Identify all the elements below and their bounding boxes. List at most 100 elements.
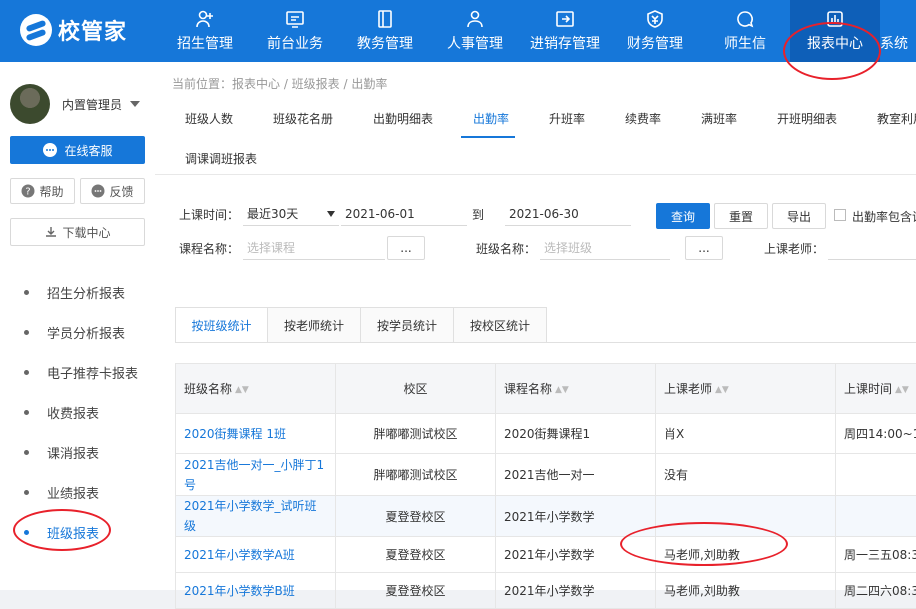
- teacher-cell: 没有: [656, 454, 836, 496]
- class-link[interactable]: 2021吉他一对一_小胖丁1号: [176, 454, 336, 496]
- teacher-cell: 马老师,刘助教: [656, 537, 836, 573]
- tab-by-campus[interactable]: 按校区统计: [454, 307, 547, 343]
- feedback-icon: [91, 184, 105, 198]
- user-add-icon: [195, 9, 215, 29]
- nav-item-hr[interactable]: 人事管理: [430, 0, 520, 62]
- tabs-divider: [175, 342, 916, 343]
- include-trial-checkbox[interactable]: [834, 209, 846, 221]
- user-menu[interactable]: 内置管理员: [10, 84, 140, 124]
- sort-icon: ▲▼: [235, 385, 249, 395]
- table-row: 2021年小学数学_试听班级 夏登登校区 2021年小学数学: [176, 496, 916, 537]
- chevron-down-icon: [130, 101, 140, 107]
- class-link[interactable]: 2021年小学数学_试听班级: [176, 496, 336, 537]
- nav-item-academic[interactable]: 教务管理: [340, 0, 430, 62]
- include-trial-label: 出勤率包含试: [852, 208, 916, 225]
- subtab-full-class-rate[interactable]: 满班率: [701, 110, 737, 127]
- query-button[interactable]: 查询: [656, 203, 710, 229]
- class-link[interactable]: 2020街舞课程 1班: [176, 414, 336, 454]
- subtab-promotion-rate[interactable]: 升班率: [549, 110, 585, 127]
- nav-item-messages[interactable]: 师生信: [700, 0, 790, 62]
- table-row: 2021年小学数学A班 夏登登校区 2021年小学数学 马老师,刘助教 周一三五…: [176, 537, 916, 573]
- teacher-input[interactable]: [828, 236, 916, 260]
- subtab-attendance-rate[interactable]: 出勤率: [473, 110, 509, 127]
- sidebar-item-referral-report[interactable]: 电子推荐卡报表: [0, 352, 155, 392]
- sidebar-menu: 招生分析报表 学员分析报表 电子推荐卡报表 收费报表 课消报表 业绩报表 班级报…: [0, 272, 155, 552]
- class-input[interactable]: 选择班级: [540, 236, 670, 260]
- column-header-time[interactable]: 上课时间▲▼: [836, 364, 916, 414]
- course-cell: 2021吉他一对一: [496, 454, 656, 496]
- avatar: [10, 84, 50, 124]
- nav-item-inventory[interactable]: 进销存管理: [520, 0, 610, 62]
- help-label: 帮助: [39, 183, 63, 200]
- nav-item-front-desk[interactable]: 前台业务: [250, 0, 340, 62]
- logo-icon: [20, 14, 52, 46]
- class-link[interactable]: 2021年小学数学B班: [176, 573, 336, 609]
- download-center-label: 下载中心: [62, 224, 110, 241]
- class-picker-button[interactable]: ...: [685, 236, 723, 260]
- table-row: 2021吉他一对一_小胖丁1号 胖嘟嘟测试校区 2021吉他一对一 没有: [176, 454, 916, 496]
- column-header-class[interactable]: 班级名称▲▼: [176, 364, 336, 414]
- svg-text:?: ?: [26, 187, 31, 198]
- nav-item-finance[interactable]: 财务管理: [610, 0, 700, 62]
- time-cell: 周一三五08:3: [836, 537, 916, 573]
- course-picker-button[interactable]: ...: [387, 236, 425, 260]
- subtab-class-opening[interactable]: 开班明细表: [777, 110, 837, 127]
- time-cell: [836, 454, 916, 496]
- column-header-course[interactable]: 课程名称▲▼: [496, 364, 656, 414]
- tab-by-teacher[interactable]: 按老师统计: [268, 307, 361, 343]
- active-tab-indicator: [461, 136, 515, 138]
- course-input[interactable]: 选择课程: [243, 236, 385, 260]
- subtab-class-size[interactable]: 班级人数: [185, 110, 233, 127]
- nav-label: 系统: [880, 33, 908, 53]
- subtab-reschedule[interactable]: 调课调班报表: [185, 150, 257, 167]
- divider: [155, 174, 916, 175]
- reset-button[interactable]: 重置: [714, 203, 768, 229]
- tab-by-student[interactable]: 按学员统计: [361, 307, 454, 343]
- user-icon: [465, 9, 485, 29]
- sidebar-item-student-report[interactable]: 学员分析报表: [0, 312, 155, 352]
- nav-item-system[interactable]: 系统: [880, 0, 916, 62]
- subtab-classroom-usage[interactable]: 教室利用: [877, 110, 916, 127]
- nav-label: 师生信: [724, 33, 766, 53]
- nav-item-enrollment[interactable]: 招生管理: [160, 0, 250, 62]
- class-link[interactable]: 2021年小学数学A班: [176, 537, 336, 573]
- column-header-teacher[interactable]: 上课老师▲▼: [656, 364, 836, 414]
- attendance-table: 班级名称▲▼ 校区 课程名称▲▼ 上课老师▲▼ 上课时间▲▼ 2020街舞课程 …: [175, 363, 916, 609]
- sidebar-item-class-report[interactable]: 班级报表: [0, 512, 155, 552]
- sidebar-item-fee-report[interactable]: 收费报表: [0, 392, 155, 432]
- course-cell: 2021年小学数学: [496, 496, 656, 537]
- nav-label: 教务管理: [357, 33, 413, 53]
- nav-label: 人事管理: [447, 33, 503, 53]
- breadcrumb: 当前位置：报表中心 / 班级报表 / 出勤率: [172, 75, 387, 92]
- column-header-campus: 校区: [336, 364, 496, 414]
- time-cell: 周四14:00~1: [836, 414, 916, 454]
- nav-label: 报表中心: [807, 33, 863, 53]
- export-button[interactable]: 导出: [772, 203, 826, 229]
- online-service-button[interactable]: 在线客服: [10, 136, 145, 164]
- sidebar: 内置管理员 在线客服 ? 帮助 反馈 下载中心 招生分析报表 学员分析报表 电子…: [0, 62, 155, 590]
- subtab-roster[interactable]: 班级花名册: [273, 110, 333, 127]
- sidebar-item-consumption-report[interactable]: 课消报表: [0, 432, 155, 472]
- time-range-select[interactable]: 最近30天: [243, 202, 339, 226]
- subtab-attendance-detail[interactable]: 出勤明细表: [373, 110, 433, 127]
- help-button[interactable]: ? 帮助: [10, 178, 75, 204]
- download-center-button[interactable]: 下载中心: [10, 218, 145, 246]
- campus-cell: 夏登登校区: [336, 496, 496, 537]
- date-from-input[interactable]: 2021-06-01: [341, 202, 467, 226]
- logo[interactable]: 校管家: [20, 14, 127, 46]
- campus-cell: 夏登登校区: [336, 573, 496, 609]
- campus-cell: 胖嘟嘟测试校区: [336, 414, 496, 454]
- teacher-cell: [656, 496, 836, 537]
- date-to-input[interactable]: 2021-06-30: [505, 202, 631, 226]
- main-content: 当前位置：报表中心 / 班级报表 / 出勤率 班级人数 班级花名册 出勤明细表 …: [155, 62, 916, 590]
- class-label: 班级名称：: [476, 240, 536, 257]
- chat-icon: [735, 9, 755, 29]
- subtab-renewal-rate[interactable]: 续费率: [625, 110, 661, 127]
- tab-by-class[interactable]: 按班级统计: [175, 307, 268, 343]
- monitor-icon: [285, 9, 305, 29]
- sidebar-item-enrollment-report[interactable]: 招生分析报表: [0, 272, 155, 312]
- nav-item-reports[interactable]: 报表中心: [790, 0, 880, 62]
- sidebar-item-performance-report[interactable]: 业绩报表: [0, 472, 155, 512]
- time-range-value: 最近30天: [247, 205, 298, 222]
- feedback-button[interactable]: 反馈: [80, 178, 145, 204]
